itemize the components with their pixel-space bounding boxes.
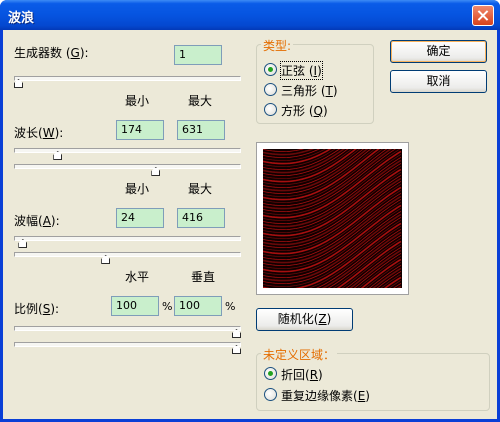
type-option-square-label: 方形 (Q) <box>281 104 328 118</box>
title-bar[interactable]: 波浪 <box>0 0 500 30</box>
randomize-button[interactable]: 随机化(Z) <box>256 308 353 331</box>
generators-label: 生成器数 (G): <box>14 46 89 60</box>
generators-field[interactable]: 1 <box>174 45 222 65</box>
undefined-option-repeat-edge-label: 重复边缘像素(E) <box>281 389 370 403</box>
preview-frame <box>256 142 409 295</box>
scale-horizontal-slider[interactable] <box>14 326 241 331</box>
scale-label: 比例(S): <box>14 302 60 316</box>
wavelength-min-header: 最小 <box>125 94 150 108</box>
amplitude-min-field[interactable]: 24 <box>116 208 164 228</box>
wavelength-max-field[interactable]: 631 <box>177 120 225 140</box>
dialog-window: 波浪 生成器数 (G): 1 最小 最大 波长(W): 174 631 最小 最… <box>0 0 500 422</box>
radio-icon[interactable] <box>264 103 277 116</box>
radio-icon[interactable] <box>264 83 277 96</box>
type-option-triangle-label: 三角形 (T) <box>281 84 338 98</box>
cancel-button[interactable]: 取消 <box>390 70 487 93</box>
amplitude-min-header: 最小 <box>125 182 150 196</box>
scale-horizontal-unit: % <box>162 300 173 313</box>
wave-preview-image <box>263 149 402 288</box>
amplitude-max-header: 最大 <box>188 182 213 196</box>
type-group-legend: 类型: <box>261 37 294 54</box>
radio-icon[interactable] <box>264 367 277 380</box>
wavelength-max-slider[interactable] <box>14 164 241 169</box>
wavelength-label: 波长(W): <box>14 126 64 140</box>
dialog-body: 生成器数 (G): 1 最小 最大 波长(W): 174 631 最小 最大 波… <box>3 30 497 419</box>
ok-button[interactable]: 确定 <box>390 40 487 63</box>
close-icon[interactable] <box>472 5 494 26</box>
undefined-areas-legend: 未定义区域： <box>261 346 338 363</box>
amplitude-max-field[interactable]: 416 <box>177 208 225 228</box>
amplitude-label: 波幅(A): <box>14 214 60 228</box>
window-title: 波浪 <box>8 11 35 26</box>
wavelength-min-slider[interactable] <box>14 148 241 153</box>
amplitude-min-slider[interactable] <box>14 236 241 241</box>
scale-horizontal-header: 水平 <box>125 270 150 284</box>
wavelength-max-header: 最大 <box>188 94 213 108</box>
radio-icon[interactable] <box>264 63 277 76</box>
scale-vertical-slider[interactable] <box>14 342 241 347</box>
scale-vertical-unit: % <box>225 300 236 313</box>
radio-icon[interactable] <box>264 388 277 401</box>
scale-vertical-field[interactable]: 100 <box>174 296 222 316</box>
wave-line <box>365 262 402 288</box>
scale-vertical-header: 垂直 <box>191 270 216 284</box>
wavelength-min-field[interactable]: 174 <box>116 120 164 140</box>
wave-preview <box>263 149 402 288</box>
scale-horizontal-field[interactable]: 100 <box>111 296 159 316</box>
undefined-option-wrap-label: 折回(R) <box>281 368 323 382</box>
amplitude-max-slider[interactable] <box>14 252 241 257</box>
generators-slider[interactable] <box>14 76 241 81</box>
type-option-sine-label: 正弦 (I) <box>280 61 323 80</box>
